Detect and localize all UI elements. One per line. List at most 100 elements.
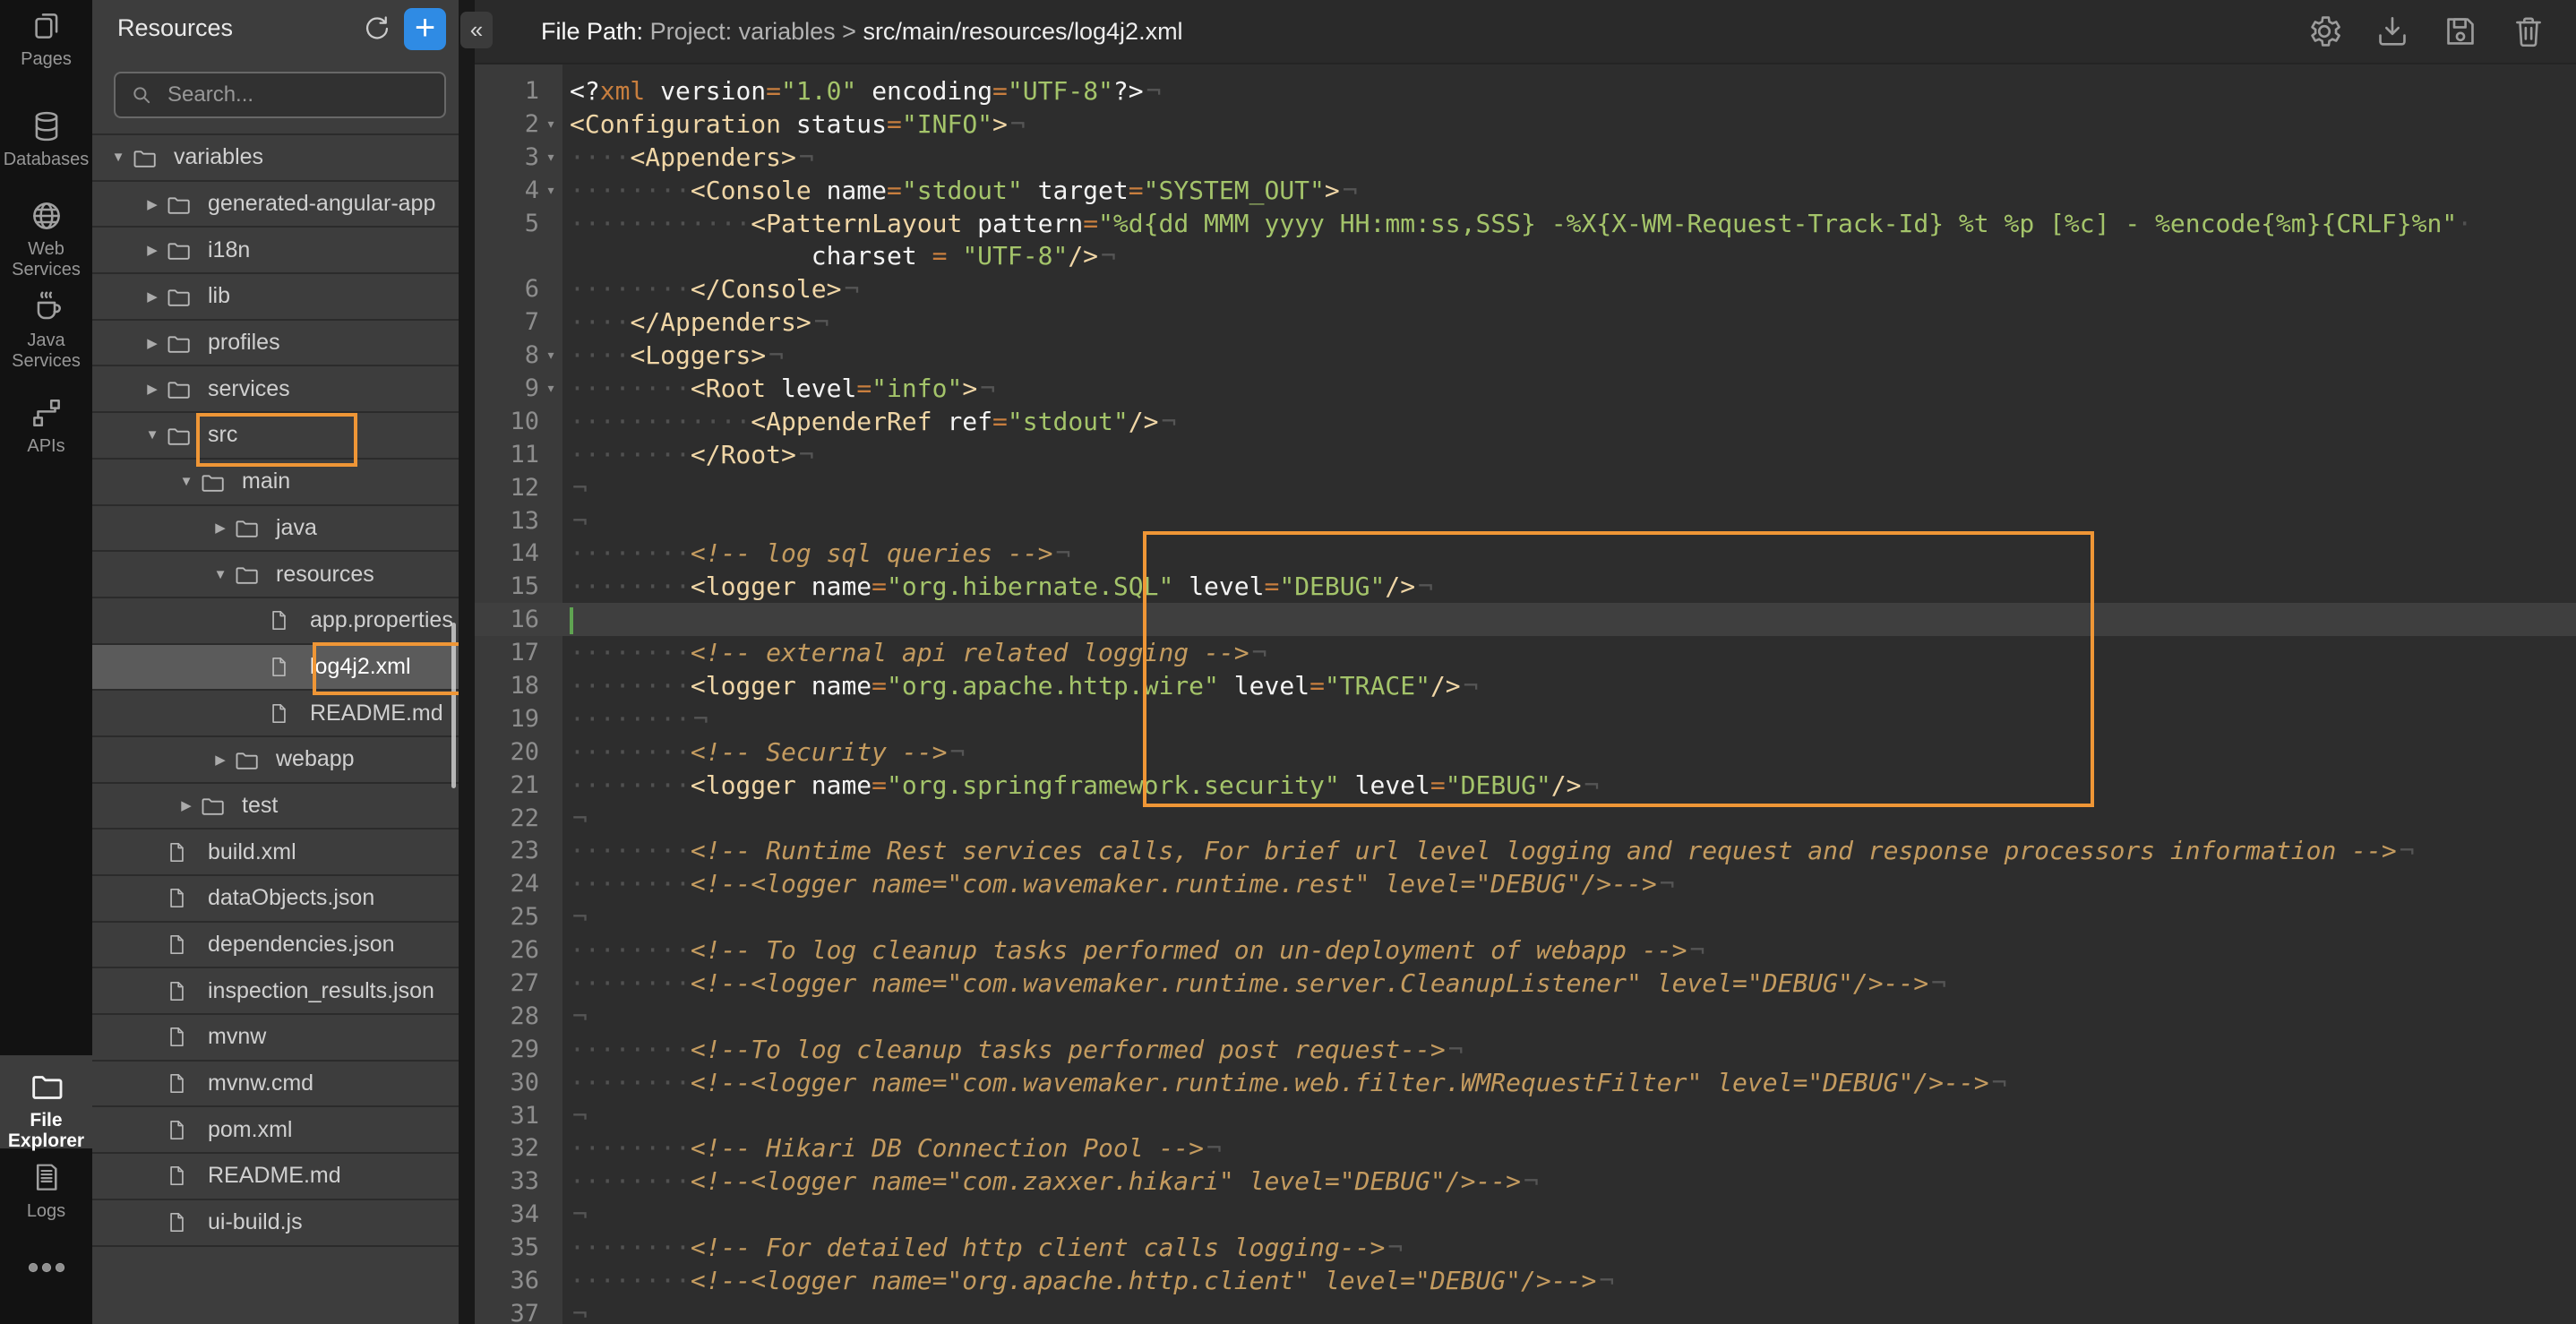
code-line-12[interactable]: 12¬ (475, 471, 2576, 504)
code-line-32[interactable]: 32········<!-- Hikari DB Connection Pool… (475, 1132, 2576, 1165)
tree-item-dependencies.json[interactable]: dependencies.json (92, 923, 459, 969)
code-line-11[interactable]: 11········</Root>¬ (475, 438, 2576, 471)
code-line-15[interactable]: 15········<logger name="org.hibernate.SQ… (475, 570, 2576, 603)
chevron-right-icon[interactable]: ▶ (208, 520, 233, 536)
refresh-icon[interactable] (363, 14, 393, 45)
code-line-20[interactable]: 20········<!-- Security -->¬ (475, 735, 2576, 769)
tree-item-main[interactable]: ▼main (92, 460, 459, 506)
fold-arrow-icon[interactable]: ▾ (539, 379, 562, 398)
code-line-3[interactable]: 3▾····<Appenders>¬ (475, 141, 2576, 174)
fold-arrow-icon[interactable]: ▾ (539, 181, 562, 200)
code-line-5[interactable]: 5············<PatternLayout pattern="%d{… (475, 207, 2576, 240)
code-line-19[interactable]: 19········¬ (475, 702, 2576, 735)
tree-item-resources[interactable]: ▼resources (92, 552, 459, 598)
code-line-33[interactable]: 33········<!--<logger name="com.zaxxer.h… (475, 1165, 2576, 1198)
code-line-27[interactable]: 27········<!--<logger name="com.wavemake… (475, 967, 2576, 1000)
code-line-31[interactable]: 31¬ (475, 1099, 2576, 1132)
code-line-29[interactable]: 29········<!--To log cleanup tasks perfo… (475, 1033, 2576, 1066)
code-line-9[interactable]: 9▾········<Root level="info">¬ (475, 372, 2576, 405)
tree-item-ui-build.js[interactable]: ui-build.js (92, 1200, 459, 1247)
tree-item-pom.xml[interactable]: pom.xml (92, 1107, 459, 1154)
fold-arrow-icon[interactable]: ▾ (539, 115, 562, 133)
tree-item-java[interactable]: ▶java (92, 506, 459, 553)
code-line-22[interactable]: 22¬ (475, 802, 2576, 835)
more-options-button[interactable] (0, 1261, 92, 1274)
gear-icon[interactable] (2306, 13, 2343, 50)
tree-item-webapp[interactable]: ▶webapp (92, 737, 459, 784)
code-line-21[interactable]: 21········<logger name="org.springframew… (475, 769, 2576, 802)
tree-item-profiles[interactable]: ▶profiles (92, 321, 459, 367)
code-line-35[interactable]: 35········<!-- For detailed http client … (475, 1231, 2576, 1264)
tree-item-test[interactable]: ▶test (92, 784, 459, 830)
tree-item-dataobjects.json[interactable]: dataObjects.json (92, 876, 459, 923)
rail-item-pages[interactable]: Pages (0, 9, 92, 70)
chevron-right-icon[interactable]: ▶ (140, 381, 165, 397)
fold-arrow-icon[interactable]: ▾ (539, 346, 562, 365)
tree-item-variables[interactable]: ▼variables (92, 135, 459, 182)
chevron-right-icon[interactable]: ▶ (174, 797, 199, 813)
tree-item-mvnw.cmd[interactable]: mvnw.cmd (92, 1062, 459, 1108)
download-icon[interactable] (2374, 13, 2411, 50)
chevron-down-icon[interactable]: ▼ (174, 474, 199, 489)
tree-item-log4j2.xml[interactable]: log4j2.xml (92, 645, 459, 692)
code-line-18[interactable]: 18········<logger name="org.apache.http.… (475, 669, 2576, 702)
tree-item-readme.md[interactable]: README.md (92, 1154, 459, 1200)
code-line-28[interactable]: 28¬ (475, 1000, 2576, 1033)
rail-item-file-explorer[interactable]: File Explorer (0, 1055, 92, 1148)
code-line-8[interactable]: 8▾····<Loggers>¬ (475, 339, 2576, 372)
tree-item-readme.md[interactable]: README.md (92, 691, 459, 737)
trash-icon[interactable] (2510, 13, 2547, 50)
rail-item-java-services[interactable]: Java Services (0, 290, 92, 372)
chevron-down-icon[interactable]: ▼ (140, 427, 165, 443)
code-line-25[interactable]: 25¬ (475, 900, 2576, 933)
fold-arrow-icon[interactable]: ▾ (539, 148, 562, 167)
code-line-24[interactable]: 24········<!--<logger name="com.wavemake… (475, 867, 2576, 900)
save-icon[interactable] (2442, 13, 2479, 50)
code-line-34[interactable]: 34¬ (475, 1198, 2576, 1231)
code-area[interactable]: 1<?xml version="1.0" encoding="UTF-8"?>¬… (475, 64, 2576, 1324)
code-line-26[interactable]: 26········<!-- To log cleanup tasks perf… (475, 933, 2576, 967)
code-line-30[interactable]: 30········<!--<logger name="com.wavemake… (475, 1066, 2576, 1099)
search-input[interactable] (166, 82, 447, 108)
code-line-23[interactable]: 23········<!-- Runtime Rest services cal… (475, 834, 2576, 867)
chevron-right-icon[interactable]: ▶ (140, 335, 165, 351)
code-line-13[interactable]: 13¬ (475, 504, 2576, 537)
tree-item-services[interactable]: ▶services (92, 366, 459, 413)
add-resource-button[interactable]: + (404, 8, 446, 50)
rail-item-logs[interactable]: Logs (0, 1161, 92, 1222)
rail-item-databases[interactable]: Databases (0, 109, 92, 170)
chevron-right-icon[interactable]: ▶ (140, 288, 165, 305)
search-box[interactable] (114, 72, 446, 118)
tree-item-i18n[interactable]: ▶i18n (92, 228, 459, 274)
tree-item-build.xml[interactable]: build.xml (92, 830, 459, 876)
code-line-37[interactable]: 37¬ (475, 1297, 2576, 1324)
chevron-right-icon[interactable]: ▶ (140, 196, 165, 212)
code-line-5-wrap[interactable]: charset = "UTF-8"/>¬ (475, 239, 2576, 272)
chevron-right-icon[interactable]: ▶ (208, 752, 233, 768)
code-line-36[interactable]: 36········<!--<logger name="org.apache.h… (475, 1264, 2576, 1297)
code-line-4[interactable]: 4▾········<Console name="stdout" target=… (475, 174, 2576, 207)
tree-scrollbar[interactable] (451, 623, 456, 788)
tree-item-generated-angular-app[interactable]: ▶generated-angular-app (92, 182, 459, 228)
chevron-down-icon[interactable]: ▼ (106, 150, 131, 165)
code-line-16[interactable]: 16 (475, 603, 2576, 636)
chevron-right-icon[interactable]: ▶ (140, 242, 165, 258)
code-line-6[interactable]: 6········</Console>¬ (475, 272, 2576, 305)
tree-item-src[interactable]: ▼src (92, 413, 459, 460)
tree-item-inspection_results.json[interactable]: inspection_results.json (92, 968, 459, 1015)
rail-item-web-services[interactable]: Web Services (0, 199, 92, 280)
eol-marker: ¬ (1008, 109, 1026, 139)
collapse-sidebar-button[interactable]: « (460, 12, 493, 48)
code-line-1[interactable]: 1<?xml version="1.0" encoding="UTF-8"?>¬ (475, 74, 2576, 107)
chevron-down-icon[interactable]: ▼ (208, 567, 233, 582)
code-line-2[interactable]: 2▾<Configuration status="INFO">¬ (475, 107, 2576, 141)
code-line-7[interactable]: 7····</Appenders>¬ (475, 305, 2576, 339)
code-line-17[interactable]: 17········<!-- external api related logg… (475, 636, 2576, 669)
tree-item-lib[interactable]: ▶lib (92, 274, 459, 321)
rail-item-apis[interactable]: APIs (0, 396, 92, 457)
tree-item-mvnw[interactable]: mvnw (92, 1015, 459, 1062)
code-line-10[interactable]: 10············<AppenderRef ref="stdout"/… (475, 405, 2576, 438)
tree-item-app.properties[interactable]: app.properties (92, 598, 459, 645)
code-line-14[interactable]: 14········<!-- log sql queries -->¬ (475, 537, 2576, 570)
code-text: ········<!-- log sql queries -->¬ (562, 538, 2576, 568)
